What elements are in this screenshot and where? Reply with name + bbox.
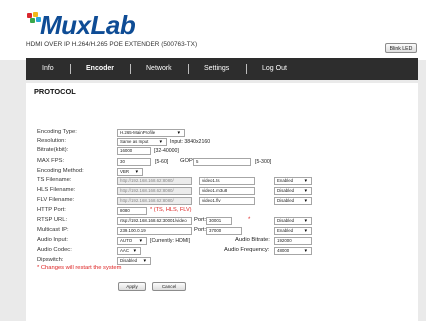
bitrate-range: [32-40000] [154, 148, 179, 154]
max-fps-label: MAX FPS: [37, 158, 65, 164]
rtsp-url-input[interactable]: rtsp://192.168.168.62:30001/video [117, 217, 192, 225]
multicast-ip-input[interactable]: 239.100.0.19 [117, 227, 192, 235]
cancel-button[interactable]: Cancel [152, 282, 186, 291]
hls-state-select[interactable]: Disabled ▼ [274, 187, 312, 195]
page: MuxLab HDMI OVER IP H.264/H.265 POE EXTE… [0, 0, 426, 321]
audio-input-select[interactable]: AUTO ▼ [117, 237, 147, 245]
hls-filename-label: HLS Filename: [37, 187, 76, 193]
gop-input[interactable]: 5 [193, 158, 251, 166]
ts-state-select[interactable]: Enabled ▼ [274, 177, 312, 185]
dipswitch-label: Dipswitch: [37, 257, 64, 263]
chevron-down-icon: ▼ [142, 258, 147, 263]
audio-codec-select[interactable]: AAC ▼ [117, 247, 141, 255]
nav-logout[interactable]: Log Out [262, 58, 287, 80]
http-port-label: HTTP Port: [37, 207, 66, 213]
ts-filename-label: TS Filename: [37, 177, 72, 183]
rtsp-port-input[interactable]: 30001 [206, 217, 232, 225]
flv-filename-input[interactable]: video1.flv [199, 197, 255, 205]
audio-codec-label: Audio Codec: [37, 247, 72, 253]
chevron-down-icon: ▼ [303, 188, 308, 193]
multicast-ip-label: Multicast IP: [37, 227, 69, 233]
blink-led-button[interactable]: Blink LED [385, 43, 417, 53]
main-nav: Info Encoder Network Settings Log Out [26, 58, 418, 80]
http-port-note: * (TS, HLS, FLV) [150, 207, 192, 213]
restart-warning: * Changes will restart the system [37, 265, 122, 271]
nav-network[interactable]: Network [146, 58, 172, 80]
audio-frequency-label: Audio Frequency: [224, 247, 270, 253]
nav-encoder[interactable]: Encoder [86, 58, 114, 80]
ts-filename-input[interactable]: video1.ts [199, 177, 255, 185]
encoding-method-select[interactable]: VBR ▼ [117, 168, 143, 176]
chevron-down-icon: ▼ [134, 169, 139, 174]
nav-info[interactable]: Info [42, 58, 54, 80]
encoding-type-select[interactable]: H.265-MainProfile ▼ [117, 129, 185, 137]
resolution-select[interactable]: Same as Input ▼ [117, 138, 167, 146]
gop-range: [5-300] [255, 159, 272, 165]
chevron-down-icon: ▼ [138, 238, 143, 243]
section-title: PROTOCOL [34, 87, 76, 96]
multicast-state-select[interactable]: Enabled ▼ [274, 227, 312, 235]
chevron-down-icon: ▼ [158, 139, 163, 144]
nav-separator [188, 64, 189, 74]
multicast-port-label: Port: [194, 227, 207, 233]
apply-button[interactable]: Apply [118, 282, 146, 291]
rtsp-required-asterisk: * [248, 217, 251, 223]
audio-bitrate-input[interactable]: 192000 [274, 237, 312, 245]
nav-separator [246, 64, 247, 74]
protocol-panel: PROTOCOL Encoding Type: H.265-MainProfil… [26, 83, 418, 321]
resolution-label: Resolution: [37, 138, 67, 144]
flv-url-field: http://192.168.168.62:8080/ [117, 197, 192, 205]
audio-bitrate-label: Audio Bitrate: [235, 237, 270, 243]
rtsp-url-label: RTSP URL: [37, 217, 68, 223]
ts-url-field: http://192.168.168.62:8080/ [117, 177, 192, 185]
chevron-down-icon: ▼ [303, 228, 308, 233]
rtsp-port-label: Port: [194, 217, 207, 223]
http-port-input[interactable]: 8080 [117, 207, 147, 215]
chevron-down-icon: ▼ [132, 248, 137, 253]
rtsp-state-select[interactable]: Disabled ▼ [274, 217, 312, 225]
audio-frequency-select[interactable]: 48000 ▼ [274, 247, 312, 255]
bitrate-input[interactable]: 16000 [117, 147, 151, 155]
audio-current-text: [Currently: HDMI] [150, 238, 191, 244]
hls-filename-input[interactable]: video1.m3u8 [199, 187, 255, 195]
chevron-down-icon: ▼ [303, 198, 308, 203]
nav-separator [130, 64, 131, 74]
dipswitch-select[interactable]: Disabled ▼ [117, 257, 151, 265]
nav-separator [70, 64, 71, 74]
brand-name: MuxLab [40, 10, 136, 40]
chevron-down-icon: ▼ [303, 248, 308, 253]
audio-input-label: Audio Input: [37, 237, 68, 243]
max-fps-range: [5-60] [155, 159, 169, 165]
max-fps-input[interactable]: 30 [117, 158, 151, 166]
nav-settings[interactable]: Settings [204, 58, 229, 80]
hls-url-field: http://192.168.168.62:8080/ [117, 187, 192, 195]
chevron-down-icon: ▼ [303, 178, 308, 183]
chevron-down-icon: ▼ [303, 218, 308, 223]
multicast-port-input[interactable]: 37000 [206, 227, 242, 235]
header: MuxLab HDMI OVER IP H.264/H.265 POE EXTE… [0, 0, 426, 60]
flv-filename-label: FLV Filename: [37, 197, 75, 203]
device-subtitle: HDMI OVER IP H.264/H.265 POE EXTENDER (5… [26, 41, 198, 48]
chevron-down-icon: ▼ [176, 130, 181, 135]
encoding-type-label: Encoding Type: [37, 129, 77, 135]
bitrate-label: Bitrate(kbit): [37, 147, 69, 153]
input-resolution-text: Input: 3840x2160 [170, 139, 211, 145]
encoding-method-label: Encoding Method: [37, 168, 84, 174]
flv-state-select[interactable]: Disabled ▼ [274, 197, 312, 205]
